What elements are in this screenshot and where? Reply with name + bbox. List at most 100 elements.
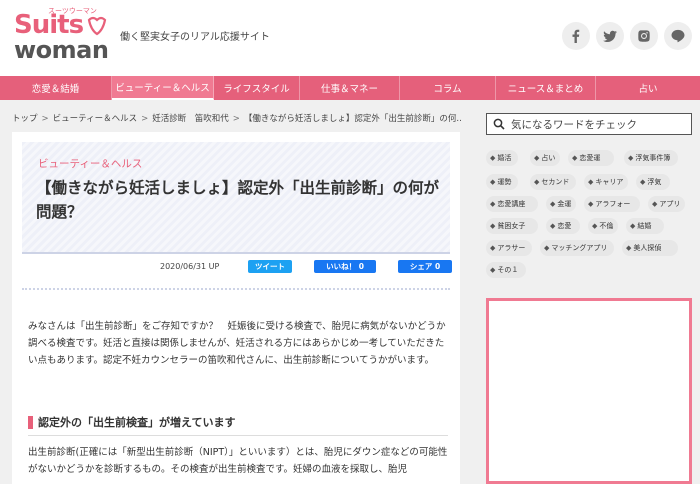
tag-label: 浮気 bbox=[647, 178, 662, 186]
facebook-icon bbox=[572, 29, 580, 43]
tag-label: キャリア bbox=[595, 178, 624, 186]
tag-icon: ◆ bbox=[490, 244, 496, 252]
breadcrumb: トップ > ビューティー＆ヘルス > 妊活診断 笛吹和代 > 【働きながら妊活しましょ】認定… bbox=[12, 112, 462, 124]
tag-icon: ◆ bbox=[588, 200, 594, 208]
tag-icon: ◆ bbox=[630, 222, 636, 230]
tag-label: マッチングアプリ bbox=[551, 244, 608, 252]
search-placeholder: 気になるワードをチェック bbox=[511, 118, 637, 131]
tag-label: 金運 bbox=[557, 200, 572, 208]
section-heading: 認定外の「出生前検査」が増えています bbox=[28, 414, 448, 434]
nav-item-news[interactable]: ニュース＆まとめ bbox=[496, 76, 596, 100]
tag-label: 美人探偵 bbox=[633, 244, 662, 252]
tag-item[interactable]: ◆ 運勢 bbox=[486, 174, 518, 190]
nav-item-column[interactable]: コラム bbox=[400, 76, 496, 100]
tag-label: 恋愛運 bbox=[579, 154, 601, 162]
instagram-icon bbox=[638, 30, 650, 42]
nav-item-fortune[interactable]: 占い bbox=[596, 76, 700, 100]
instagram-button[interactable] bbox=[630, 22, 658, 50]
tag-item[interactable]: ◆ マッチングアプリ bbox=[540, 240, 614, 256]
tag-label: 不倫 bbox=[599, 222, 614, 230]
site-tagline: 働く堅実女子のリアル応援サイト bbox=[120, 32, 270, 43]
breadcrumb-author[interactable]: 妊活診断 笛吹和代 bbox=[152, 114, 229, 124]
tag-label: 結婚 bbox=[637, 222, 652, 230]
tag-label: アラサー bbox=[497, 244, 526, 252]
logo-mark-icon bbox=[87, 16, 107, 36]
tag-icon: ◆ bbox=[490, 266, 496, 274]
tag-icon: ◆ bbox=[550, 200, 556, 208]
tag-item[interactable]: ◆ 浮気事件簿 bbox=[624, 150, 678, 166]
tag-item[interactable]: ◆ 恋愛運 bbox=[568, 150, 614, 166]
tag-item[interactable]: ◆ 不倫 bbox=[588, 218, 619, 234]
tag-item[interactable]: ◆ セカンド bbox=[530, 174, 576, 190]
tag-icon: ◆ bbox=[550, 222, 556, 230]
breadcrumb-separator: > bbox=[41, 114, 49, 124]
tag-icon: ◆ bbox=[572, 154, 578, 162]
line-button[interactable] bbox=[664, 22, 692, 50]
tag-item[interactable]: ◆ キャリア bbox=[584, 174, 629, 190]
search-box[interactable]: 気になるワードをチェック bbox=[486, 113, 692, 135]
tweet-button[interactable]: ツイート bbox=[248, 260, 292, 273]
site-header: スーツウーマン Suits woman 働く堅実女子のリアル応援サイト bbox=[0, 0, 700, 76]
tag-icon: ◆ bbox=[490, 200, 496, 208]
tag-item[interactable]: ◆ アラサー bbox=[486, 240, 532, 256]
site-logo[interactable]: スーツウーマン Suits woman bbox=[14, 7, 110, 66]
tag-item[interactable]: ◆ 貧困女子 bbox=[486, 218, 538, 234]
publish-date: 2020/06/31 UP bbox=[160, 262, 220, 271]
tag-icon: ◆ bbox=[490, 154, 496, 162]
tag-label: 恋愛 bbox=[557, 222, 572, 230]
article-intro: みなさんは「出生前診断」をご存知ですか？ 妊娠後に受ける検査で、胎児に病気がない… bbox=[28, 321, 446, 366]
nav-item-work-money[interactable]: 仕事＆マネー bbox=[300, 76, 400, 100]
tag-item[interactable]: ◆ その１ bbox=[486, 262, 526, 278]
tag-item[interactable]: ◆ 結婚 bbox=[626, 218, 664, 234]
nav-item-lifestyle[interactable]: ライフスタイル bbox=[214, 76, 300, 100]
tweet-label: ツイート bbox=[255, 262, 285, 271]
tag-label: 浮気事件簿 bbox=[635, 154, 671, 162]
breadcrumb-category[interactable]: ビューティー＆ヘルス bbox=[53, 114, 138, 124]
tag-icon: ◆ bbox=[588, 178, 594, 186]
tag-label: 婚活 bbox=[497, 154, 512, 162]
article-header: ビューティー＆ヘルス 【働きながら妊活しましょ】認定外「出生前診断」の何が問題？ bbox=[22, 142, 450, 254]
breadcrumb-separator: > bbox=[141, 114, 149, 124]
tag-icon: ◆ bbox=[544, 244, 550, 252]
tag-icon: ◆ bbox=[490, 222, 496, 230]
tag-item[interactable]: ◆ 浮気 bbox=[636, 174, 670, 190]
tag-item[interactable]: ◆ アラフォー bbox=[584, 196, 640, 212]
tag-item[interactable]: ◆ 婚活 bbox=[486, 150, 518, 166]
main-nav: 恋愛＆結婚 ビューティー＆ヘルス ライフスタイル 仕事＆マネー コラム ニュース… bbox=[0, 76, 700, 100]
tag-icon: ◆ bbox=[490, 178, 496, 186]
nav-item-love-marriage[interactable]: 恋愛＆結婚 bbox=[0, 76, 112, 100]
divider bbox=[22, 288, 450, 291]
logo-woman-text: woman bbox=[14, 36, 109, 64]
nav-item-beauty-health[interactable]: ビューティー＆ヘルス bbox=[112, 76, 214, 100]
article-meta: 2020/06/31 UP ツイート いいね！ 0 シェア 0 bbox=[12, 260, 460, 280]
search-icon bbox=[493, 118, 505, 130]
article-category[interactable]: ビューティー＆ヘルス bbox=[38, 156, 142, 171]
twitter-button[interactable] bbox=[596, 22, 624, 50]
tag-icon: ◆ bbox=[534, 154, 540, 162]
tag-label: セカンド bbox=[541, 178, 570, 186]
tag-item[interactable]: ◆ 恋愛講座 bbox=[486, 196, 538, 212]
tag-icon: ◆ bbox=[640, 178, 646, 186]
facebook-button[interactable] bbox=[562, 22, 590, 50]
tag-item[interactable]: ◆ 恋愛 bbox=[546, 218, 580, 234]
tag-label: 貧困女子 bbox=[497, 222, 526, 230]
tag-icon: ◆ bbox=[628, 154, 634, 162]
tag-item[interactable]: ◆ 占い bbox=[530, 150, 561, 166]
tag-icon: ◆ bbox=[626, 244, 632, 252]
tag-label: その１ bbox=[497, 266, 519, 274]
tag-item[interactable]: ◆ アプリ bbox=[648, 196, 686, 212]
ad-placeholder bbox=[486, 298, 692, 484]
facebook-like-button[interactable]: いいね！ 0 bbox=[314, 260, 376, 273]
breadcrumb-current: 【働きながら妊活しましょ】認定外「出生前診断」の何... bbox=[243, 114, 462, 124]
tag-item[interactable]: ◆ 金運 bbox=[546, 196, 577, 212]
share-label: シェア 0 bbox=[409, 262, 441, 271]
like-label: いいね！ 0 bbox=[326, 262, 364, 271]
tag-item[interactable]: ◆ 美人探偵 bbox=[622, 240, 678, 256]
article-card: ビューティー＆ヘルス 【働きながら妊活しましょ】認定外「出生前診断」の何が問題？… bbox=[12, 132, 460, 484]
article-body: 出生前診断(正確には「新型出生前診断（NIPT）」といいます）とは、胎児にダウン… bbox=[28, 447, 448, 475]
breadcrumb-top[interactable]: トップ bbox=[12, 114, 38, 124]
tag-label: 恋愛講座 bbox=[497, 200, 526, 208]
facebook-share-button[interactable]: シェア 0 bbox=[398, 260, 452, 273]
article-title: 【働きながら妊活しましょ】認定外「出生前診断」の何が問題？ bbox=[36, 179, 440, 221]
tag-label: 占い bbox=[541, 154, 556, 162]
